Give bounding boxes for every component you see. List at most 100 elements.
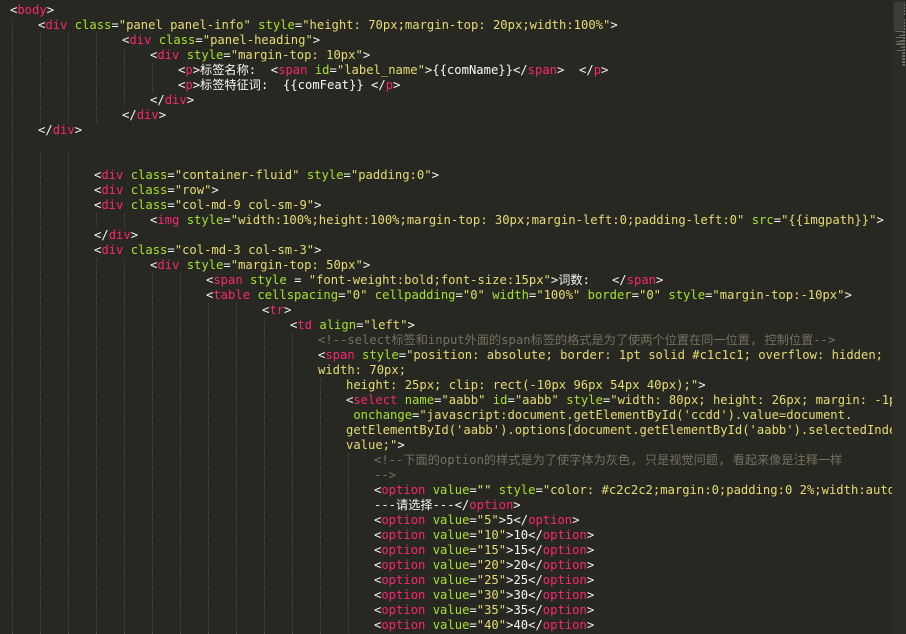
indent-guide [208, 618, 209, 633]
indent-guide [12, 408, 13, 423]
indent-guide [152, 288, 153, 303]
indent-guide [12, 273, 13, 288]
indent-guide [12, 513, 13, 528]
code-token: > [186, 93, 195, 107]
code-token: >30</ [506, 588, 543, 602]
code-token: option [469, 498, 514, 512]
indent-guide [180, 273, 181, 288]
code-token: p [185, 78, 193, 92]
indent-guide [208, 603, 209, 618]
indent-guide [152, 363, 153, 378]
indent-guide [180, 378, 181, 393]
code-token: >15</ [506, 543, 543, 557]
code-token: "100%" [536, 288, 581, 302]
indent-guide [208, 303, 209, 318]
code-text: <div style="margin-top: 10px"> [150, 48, 370, 63]
indent-guide [12, 198, 13, 213]
code-text: <td align="left"> [290, 318, 415, 333]
scrollbar-thumb[interactable] [894, 2, 904, 30]
indent-guide [68, 213, 69, 228]
code-token: "" [476, 483, 492, 497]
indent-guide [68, 168, 69, 183]
indent-guide [320, 573, 321, 588]
indent-guide [292, 468, 293, 483]
indent-guide [236, 348, 237, 363]
indent-guide [292, 333, 293, 348]
code-token: "font-weight:bold;font-size:15px" [308, 273, 551, 287]
indent-guide [264, 588, 265, 603]
code-line: <option value="" style="color: #c2c2c2;m… [0, 483, 906, 498]
indent-guide [124, 453, 125, 468]
indent-guide [152, 63, 153, 78]
code-token: = [343, 168, 351, 182]
indent-guide [124, 348, 125, 363]
indent-guide [180, 483, 181, 498]
code-token: > [393, 78, 401, 92]
code-line: <option value="15">15</option> [0, 543, 890, 558]
indent-guide [96, 318, 97, 333]
code-token: "aabb" [514, 393, 559, 407]
indent-guide [180, 393, 181, 408]
indent-guide [68, 348, 69, 363]
indent-guide [292, 588, 293, 603]
code-token: > [158, 108, 167, 122]
code-token: div [101, 198, 124, 212]
code-token: "col-md-9 col-sm-9" [174, 198, 315, 212]
code-token: = [469, 528, 477, 542]
indent-guide [68, 33, 69, 48]
indent-guide [12, 318, 13, 333]
indent-guide [68, 498, 69, 513]
vertical-scrollbar[interactable] [892, 0, 906, 634]
minimap-line [903, 65, 905, 66]
indent-guide [68, 438, 69, 453]
indent-guide [292, 408, 293, 423]
indent-guide [264, 453, 265, 468]
code-token: option [381, 513, 426, 527]
code-token: table [213, 288, 251, 302]
code-token: "color: #c2c2c2;margin:0;padding:0 2%;wi… [542, 483, 903, 497]
indent-guide [348, 543, 349, 558]
code-line: height: 25px; clip: rect(-10px 96px 54px… [0, 378, 890, 393]
indent-guide [152, 333, 153, 348]
indent-guide [12, 258, 13, 273]
indent-guide [40, 288, 41, 303]
code-line: <option value="20">20</option> [0, 558, 890, 573]
code-token: "25" [476, 573, 507, 587]
code-text: value;"> [346, 438, 405, 453]
code-area[interactable]: <body> <div class="panel panel-info" styl… [0, 3, 906, 634]
code-line: <div class="container-fluid" style="padd… [0, 168, 890, 183]
indent-guide [40, 513, 41, 528]
code-line: <body> [0, 3, 890, 18]
indent-guide [236, 453, 237, 468]
code-token: style [498, 483, 536, 497]
indent-guide [12, 168, 13, 183]
indent-guide [124, 543, 125, 558]
code-token: </ [38, 123, 53, 137]
indent-guide [96, 333, 97, 348]
indent-guide [124, 558, 125, 573]
minimap[interactable] [893, 2, 905, 632]
indent-guide [208, 453, 209, 468]
indent-guide [348, 513, 349, 528]
code-text: <body> [10, 3, 54, 18]
indent-guide [12, 93, 13, 108]
code-token: option [381, 603, 426, 617]
indent-guide [180, 363, 181, 378]
code-line: <option value="10">10</option> [0, 528, 890, 543]
indent-guide [96, 303, 97, 318]
indent-guide [96, 423, 97, 438]
indent-guide [152, 438, 153, 453]
code-token: div [136, 108, 159, 122]
code-editor[interactable]: <body> <div class="panel panel-info" styl… [0, 0, 906, 634]
indent-guide [208, 423, 209, 438]
code-token: = [398, 348, 407, 362]
code-token: onchange [353, 408, 413, 422]
code-token: "width: 80px; height: 26px; margin: -1px… [610, 393, 906, 407]
indent-guide [12, 468, 13, 483]
